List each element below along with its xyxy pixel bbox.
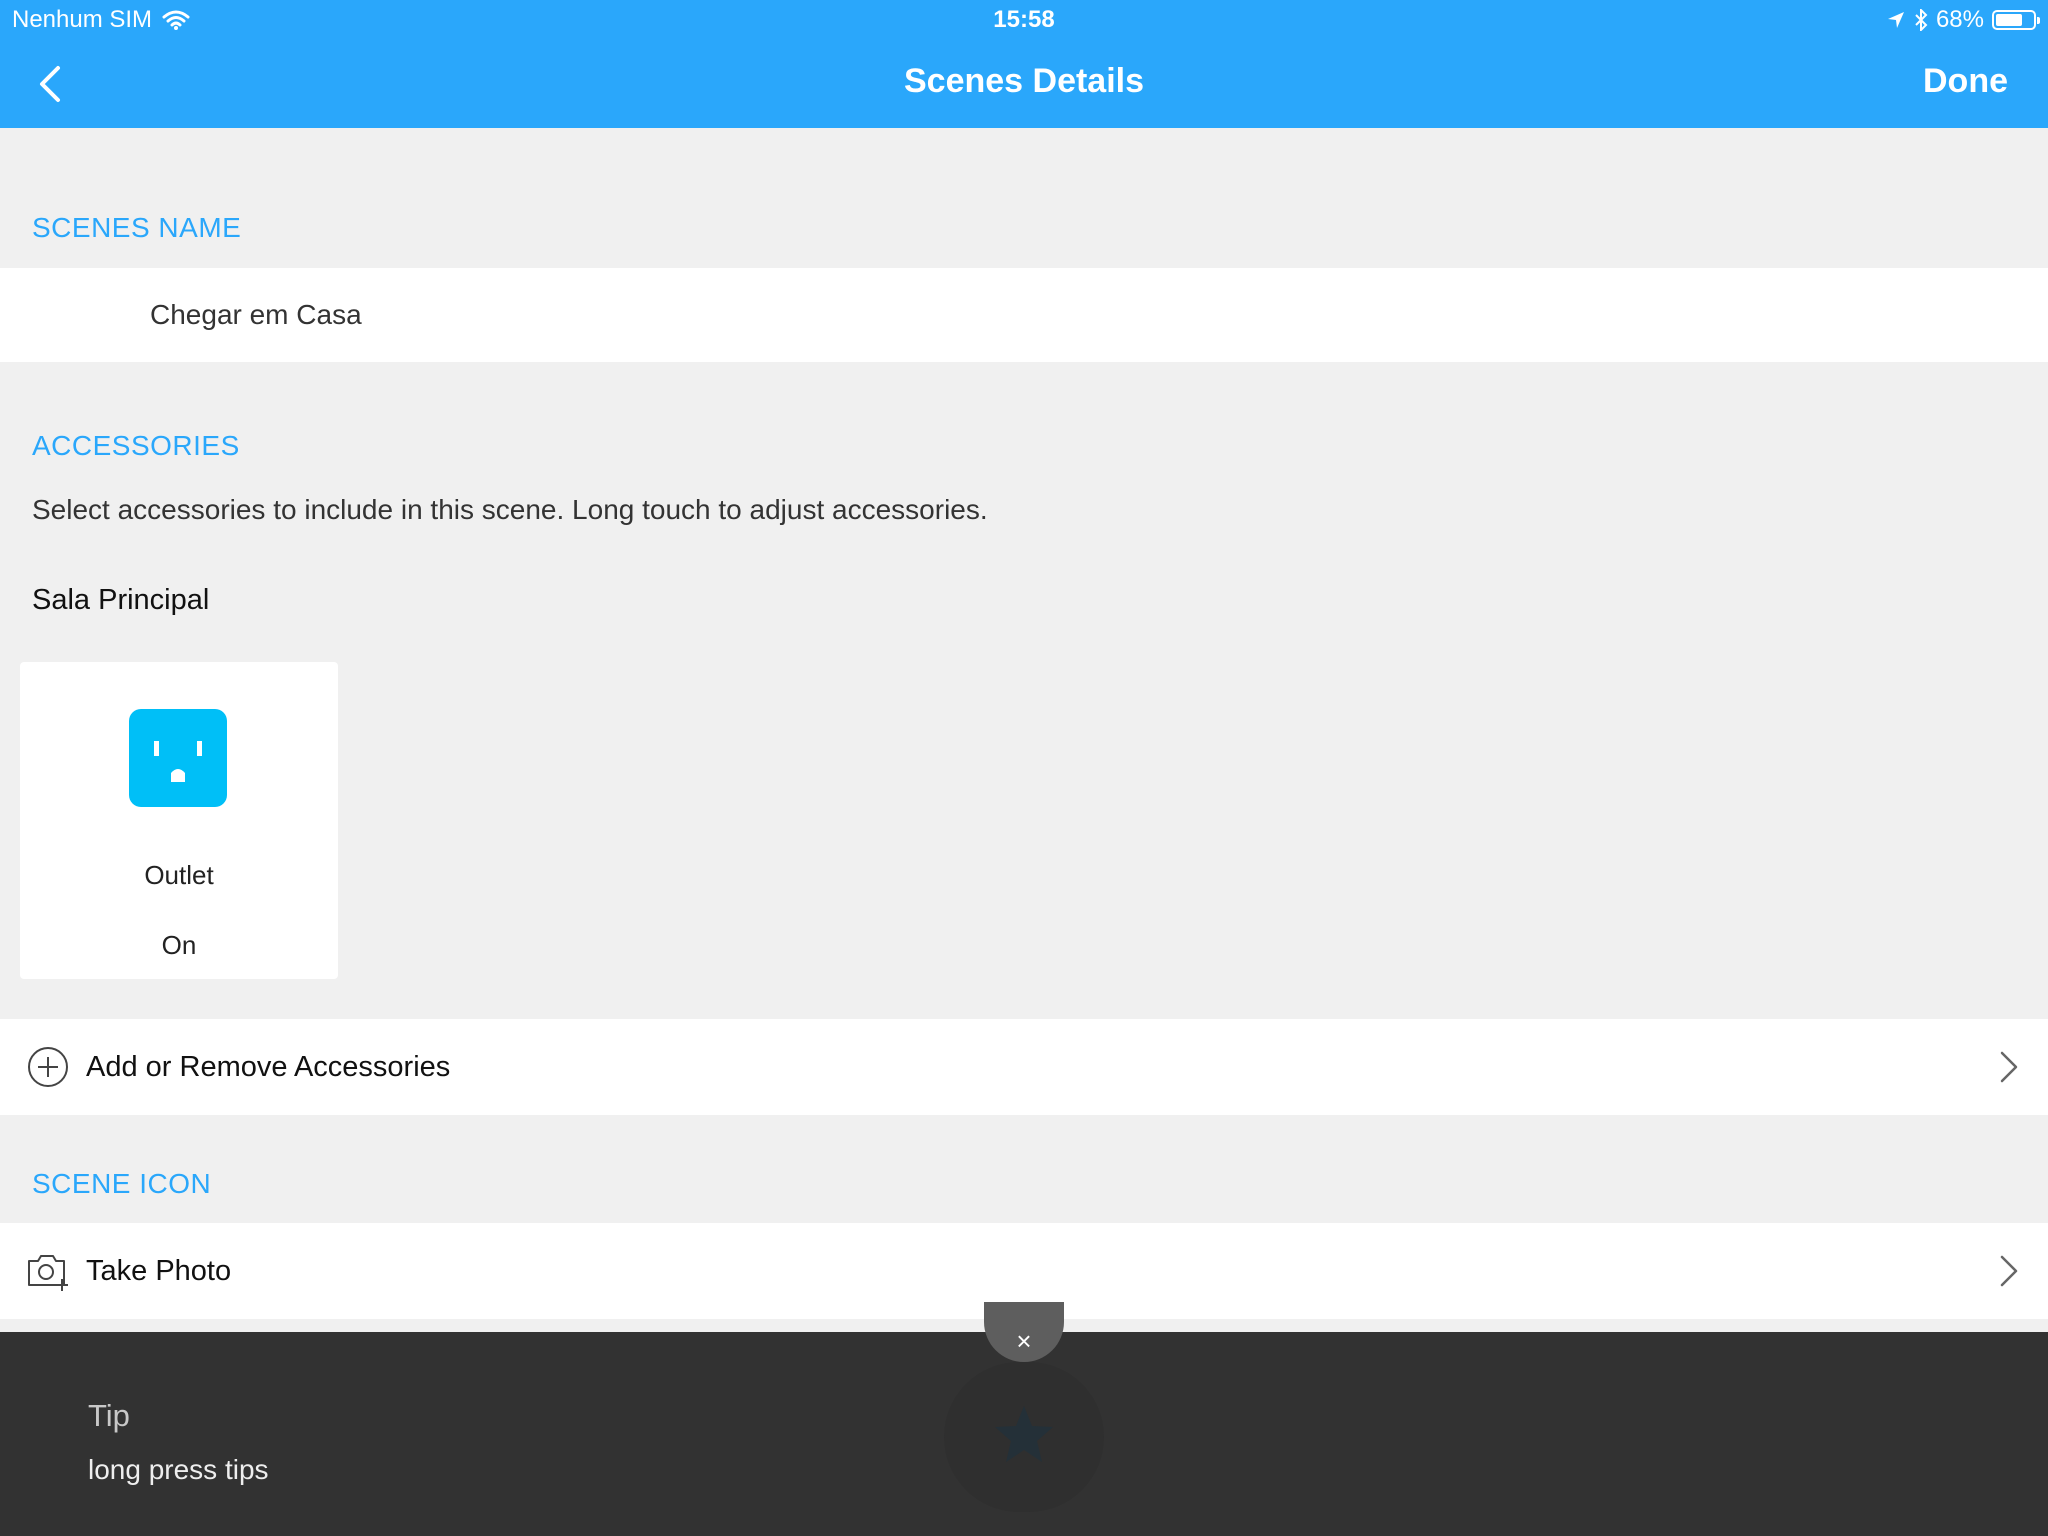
star-icon xyxy=(995,1406,1053,1462)
accessory-name: Outlet xyxy=(144,860,214,890)
close-icon: × xyxy=(1016,1326,1032,1356)
room-name: Sala Principal xyxy=(32,584,210,616)
chevron-right-icon xyxy=(2000,1255,2018,1287)
accessory-state: On xyxy=(161,930,197,960)
status-right: 68% xyxy=(1886,6,2040,34)
accessory-tile-outlet[interactable]: Outlet On xyxy=(20,662,338,979)
page-title: Scenes Details xyxy=(903,62,1145,100)
accessories-header: ACCESSORIES xyxy=(32,430,240,461)
scene-icon-header: SCENE ICON xyxy=(32,1168,212,1199)
chevron-right-icon xyxy=(2000,1051,2018,1083)
location-arrow-icon xyxy=(1887,12,1904,28)
add-circle-icon xyxy=(28,1047,68,1087)
done-button[interactable]: Done xyxy=(1923,62,2008,101)
nav-bar: Scenes Details Done xyxy=(0,40,2048,128)
bluetooth-icon xyxy=(1915,9,1928,31)
scene-name-row xyxy=(0,268,2048,362)
status-bar: Nenhum SIM 15:58 68% xyxy=(0,0,2048,40)
battery-percent: 68% xyxy=(1935,6,1984,33)
add-remove-accessories-row[interactable]: Add or Remove Accessories xyxy=(0,1019,2048,1115)
tip-text: long press tips xyxy=(88,1454,269,1485)
tip-banner: × Tip long press tips xyxy=(0,1302,2048,1536)
scene-name-header: SCENES NAME xyxy=(32,212,242,243)
tip-title: Tip xyxy=(88,1398,130,1433)
battery-icon xyxy=(1992,10,2040,30)
camera-add-icon xyxy=(28,1255,68,1291)
tip-star-highlight xyxy=(944,1362,1104,1512)
status-time: 15:58 xyxy=(993,6,1055,33)
outlet-icon xyxy=(129,709,227,807)
tip-close-button[interactable]: × xyxy=(984,1302,1064,1362)
accessories-description: Select accessories to include in this sc… xyxy=(32,494,988,525)
add-remove-accessories-label: Add or Remove Accessories xyxy=(86,1050,451,1083)
scene-name-input[interactable] xyxy=(148,292,1952,338)
take-photo-label: Take Photo xyxy=(86,1254,232,1287)
